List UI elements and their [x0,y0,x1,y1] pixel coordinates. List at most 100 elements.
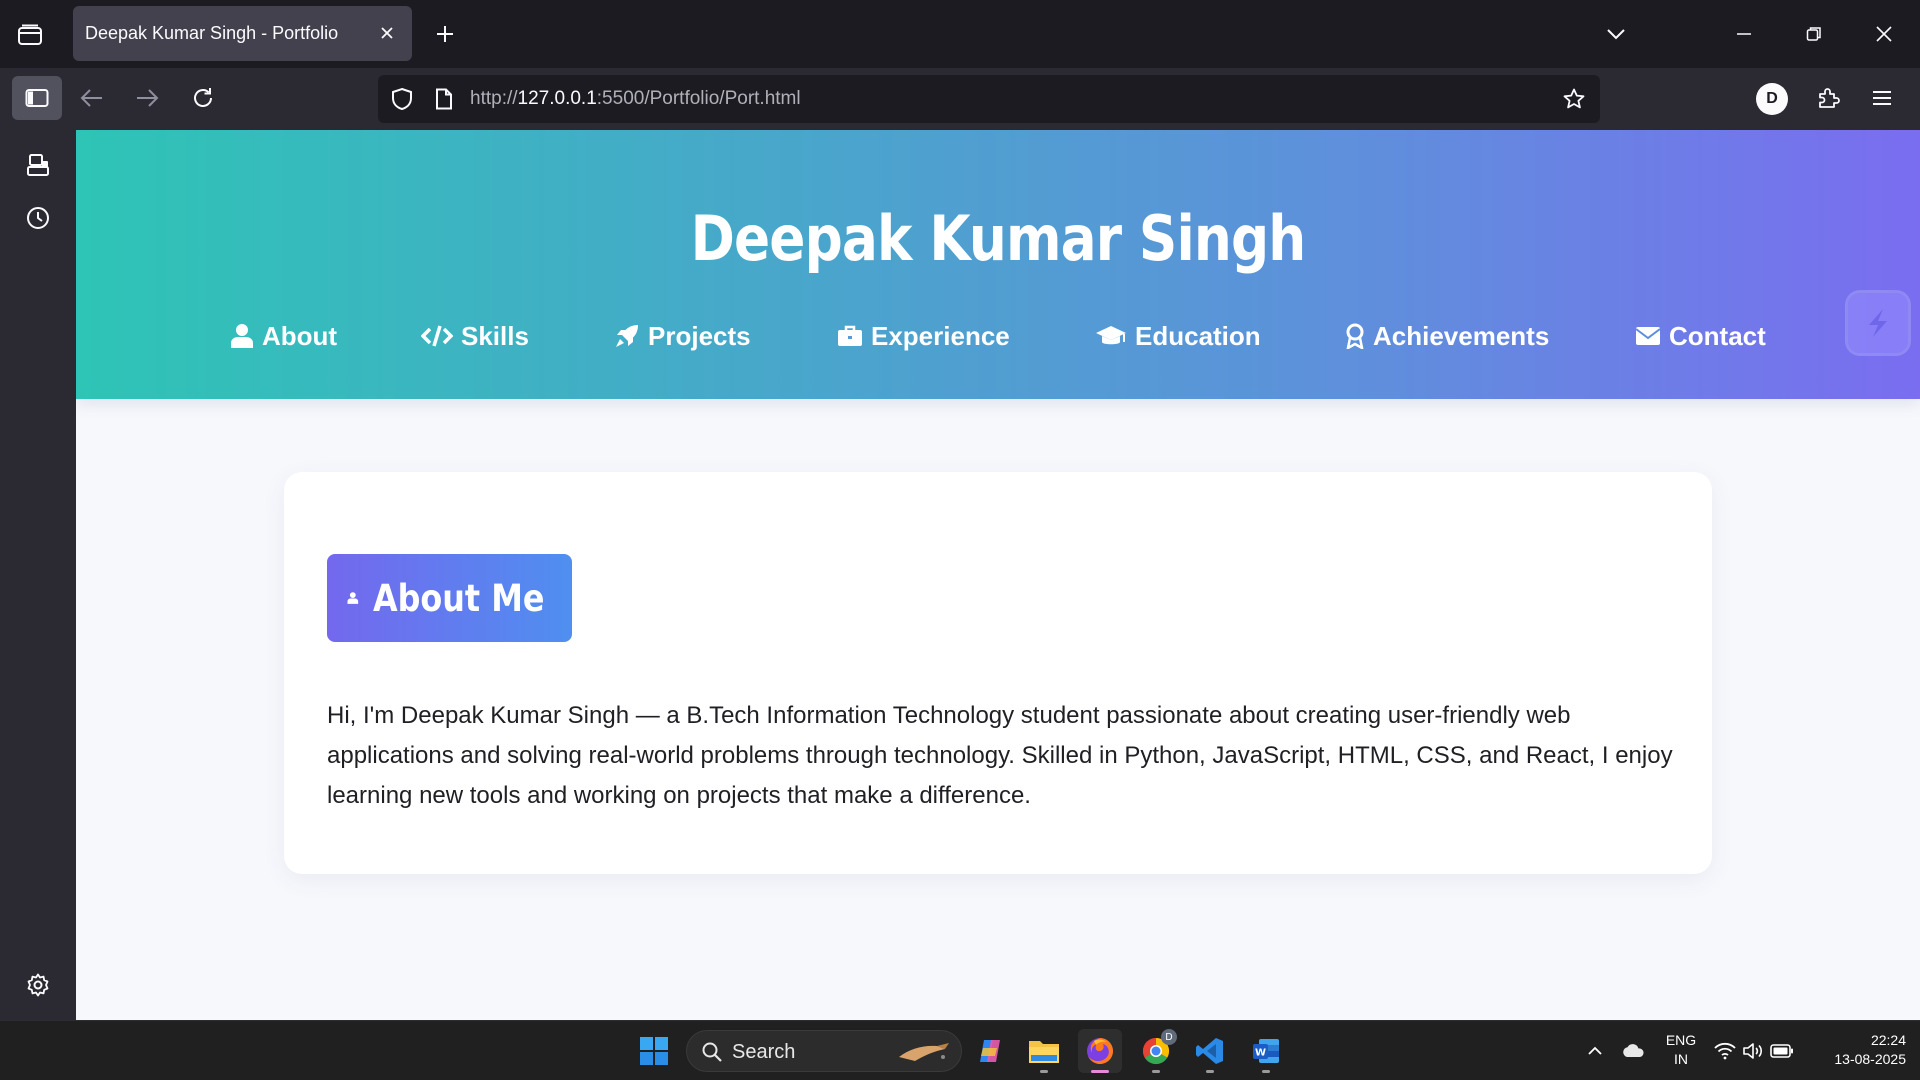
reload-icon [194,88,212,107]
running-indicator [1262,1070,1270,1073]
list-all-tabs-button[interactable] [1596,15,1636,53]
onedrive-tray-icon[interactable] [1618,1021,1648,1080]
taskbar-search[interactable]: Search [686,1030,962,1072]
plus-icon [437,26,453,42]
nav-link-about[interactable]: About [230,316,337,356]
copilot-icon [980,1040,1000,1062]
cloud-icon [1623,1044,1644,1057]
nav-link-label: Education [1135,320,1261,351]
windows-logo-icon [640,1037,668,1065]
close-icon [381,27,393,39]
url-text[interactable]: http://127.0.0.1:5500/Portfolio/Port.htm… [470,88,801,110]
about-heading-chip: About Me [327,554,572,642]
clock-icon [27,207,49,229]
back-button[interactable] [70,76,114,120]
about-heading: About Me [372,576,545,620]
taskbar-firefox[interactable] [1078,1029,1122,1073]
minimize-icon [1737,33,1751,35]
nav-link-experience[interactable]: Experience [837,316,1010,356]
region-code: IN [1674,1051,1688,1067]
new-tab-button[interactable] [426,15,464,53]
search-icon [702,1042,722,1062]
page-icon [436,88,452,110]
window-close-button[interactable] [1864,14,1904,54]
taskbar-copilot[interactable] [968,1029,1012,1073]
battery-icon [1770,1044,1793,1058]
arrow-left-icon [80,89,102,107]
nav-link-skills[interactable]: Skills [421,316,529,356]
graduation-cap-icon [1096,326,1126,345]
firefox-icon [1087,1038,1113,1064]
browser-sidebar [0,130,76,1020]
tab-strip: Deepak Kumar Singh - Portfolio [0,0,1920,68]
user-icon [347,592,359,604]
restore-button[interactable] [1794,14,1834,54]
nav-link-label: About [262,320,338,351]
url-path: :5500/Portfolio/Port.html [596,88,801,109]
sidebar-toggle-button[interactable] [12,76,62,120]
extensions-button[interactable] [1808,78,1848,118]
history-button[interactable] [18,198,58,238]
tab-title: Deepak Kumar Singh - Portfolio [85,23,339,43]
forward-button[interactable] [125,76,169,120]
windows-taskbar: Search D W ENG IN 22:24 13-08-2025 [0,1020,1920,1080]
rocket-icon [616,325,638,347]
taskbar-word[interactable]: W [1244,1029,1288,1073]
language-code: ENG [1665,1032,1697,1048]
nav-link-education[interactable]: Education [1095,316,1261,356]
restore-icon [1806,27,1821,41]
bookmark-button[interactable] [1560,85,1588,113]
chrome-profile-badge: D [1161,1029,1177,1045]
taskbar-vscode[interactable] [1188,1029,1232,1073]
bolt-icon [1869,309,1887,337]
floating-action-button[interactable] [1848,293,1908,353]
taskbar-clock[interactable]: 22:24 13-08-2025 [1806,1031,1906,1069]
puzzle-icon [1819,88,1840,108]
briefcase-icon [838,325,862,346]
url-scheme: http:// [470,88,518,109]
sidebar-icon [25,89,49,107]
address-bar[interactable]: http://127.0.0.1:5500/Portfolio/Port.htm… [378,75,1600,123]
code-icon [421,325,453,347]
tab-close-button[interactable] [374,20,400,46]
firefox-view-icon [18,24,42,45]
nav-link-contact[interactable]: Contact [1635,316,1766,356]
reload-button[interactable] [181,76,225,120]
start-button[interactable] [632,1029,676,1073]
tracking-protection-button[interactable] [388,85,416,113]
minimize-button[interactable] [1724,14,1764,54]
word-icon: W [1253,1039,1279,1063]
search-highlight-icon [899,1043,949,1061]
nav-link-label: Skills [461,320,529,351]
hero-header: Deepak Kumar Singh About Skills Projects… [76,130,1920,399]
hamburger-menu-icon [1873,91,1891,105]
account-avatar[interactable]: D [1756,83,1788,115]
synced-devices-icon [27,154,49,176]
site-info-button[interactable] [430,85,458,113]
nav-link-achievements[interactable]: Achievements [1345,316,1549,356]
customize-sidebar-button[interactable] [18,965,58,1005]
arrow-right-icon [137,89,159,107]
url-host: 127.0.0.1 [517,88,597,109]
nav-link-projects[interactable]: Projects [614,316,751,356]
synced-tabs-button[interactable] [18,146,58,186]
taskbar-chrome[interactable]: D [1134,1029,1178,1073]
nav-link-label: Experience [871,320,1010,351]
chevron-down-icon [1607,29,1625,40]
chevron-up-icon [1588,1046,1602,1055]
show-hidden-icons-button[interactable] [1582,1021,1608,1080]
running-indicator [1040,1070,1048,1073]
taskbar-file-explorer[interactable] [1022,1029,1066,1073]
about-text: Hi, I'm Deepak Kumar Singh — a B.Tech In… [327,702,1673,809]
app-menu-button[interactable] [1862,78,1902,118]
quick-settings-button[interactable] [1714,1021,1794,1080]
tab-portfolio[interactable]: Deepak Kumar Singh - Portfolio [73,6,412,61]
firefox-view-button[interactable] [10,15,50,55]
wifi-icon [1714,1042,1736,1060]
clock-date: 13-08-2025 [1834,1051,1906,1067]
nav-link-label: Achievements [1373,320,1550,351]
input-language-indicator[interactable]: ENG IN [1656,1031,1706,1069]
about-section-card: About Me Hi, I'm Deepak Kumar Singh — a … [284,472,1712,874]
page-viewport: Deepak Kumar Singh About Skills Projects… [76,130,1920,1020]
svg-text:W: W [1255,1048,1266,1059]
